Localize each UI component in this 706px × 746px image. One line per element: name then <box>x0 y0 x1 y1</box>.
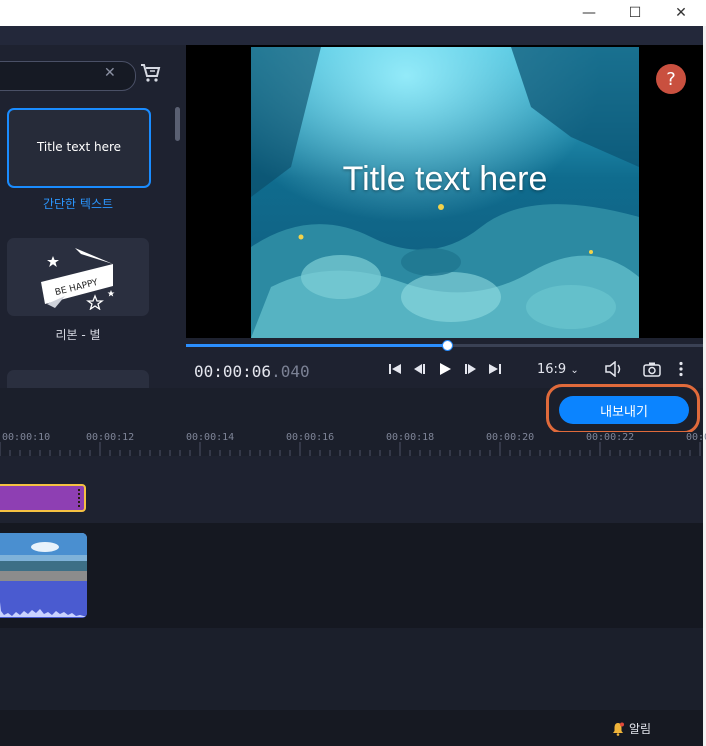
status-bar: 알림 <box>0 710 703 746</box>
video-track <box>0 523 703 628</box>
clip-trim-handle[interactable] <box>78 489 82 507</box>
ruler-tick-label: 00:00:16 <box>286 432 335 443</box>
ruler-ticks <box>0 442 701 456</box>
ruler-tick-label: 00:00:10 <box>2 432 51 443</box>
title-tile-next[interactable] <box>7 370 149 388</box>
ruler-tick-label: 00:00:18 <box>386 432 435 443</box>
aspect-ratio-select[interactable]: 16:9 ⌄ <box>537 362 579 377</box>
close-button[interactable]: ✕ <box>658 0 704 26</box>
empty-track <box>0 628 703 710</box>
ruler-tick-label: 00:00:20 <box>486 432 535 443</box>
skip-start-icon[interactable] <box>387 361 403 377</box>
next-frame-icon[interactable] <box>463 361 479 377</box>
window-titlebar: — ☐ ✕ <box>0 0 706 26</box>
tile-label-ribbon-star[interactable]: 리본 - 별 <box>0 326 156 343</box>
timeline-ruler[interactable]: 00:00:10 00:00:12 00:00:14 00:00:16 00:0… <box>0 432 706 456</box>
title-tile-ribbon-star[interactable]: BE HAPPY <box>7 238 149 316</box>
video-title-overlay[interactable]: Title text here <box>251 160 639 199</box>
preview-player: Title text here ? 00:00:06.040 16:9 ⌄ <box>186 45 703 388</box>
aspect-ratio-value: 16:9 <box>537 362 567 377</box>
notifications-label: 알림 <box>629 722 652 736</box>
title-track <box>0 456 703 523</box>
export-button[interactable]: 내보내기 <box>559 396 689 424</box>
ruler-tick-label: 00:0 <box>686 432 706 443</box>
notifications-button[interactable]: 알림 <box>612 720 651 737</box>
chevron-down-icon: ⌄ <box>570 365 579 376</box>
ruler-tick-label: 00:00:12 <box>86 432 135 443</box>
video-clip-thumbnail <box>0 533 87 618</box>
panel-scrollbar[interactable] <box>175 107 180 141</box>
progress-handle[interactable] <box>442 340 454 351</box>
ruler-tick-label: 00:00:14 <box>186 432 235 443</box>
progress-fill <box>186 344 448 347</box>
play-icon[interactable] <box>437 361 453 377</box>
prev-frame-icon[interactable] <box>411 361 427 377</box>
maximize-button[interactable]: ☐ <box>612 0 658 26</box>
bell-icon <box>613 722 624 736</box>
timecode-ms: .040 <box>271 362 310 381</box>
video-clip[interactable] <box>0 533 87 618</box>
timecode-main: 00:00:06 <box>194 362 272 381</box>
search-clear-icon[interactable]: ✕ <box>104 65 116 81</box>
ribbon-star-preview: BE HAPPY <box>41 248 115 310</box>
title-tile-simple-text[interactable]: Title text here <box>7 108 151 188</box>
help-button[interactable]: ? <box>656 64 686 94</box>
menu-bar <box>0 26 703 45</box>
skip-end-icon[interactable] <box>487 361 503 377</box>
tile-preview-text: Title text here <box>36 140 122 154</box>
titles-panel: ✕ Title text here 간단한 텍스트 BE HAPPY 리본 - … <box>0 45 186 388</box>
camera-icon[interactable] <box>643 361 661 377</box>
more-icon[interactable] <box>675 361 687 377</box>
ruler-tick-label: 00:00:22 <box>586 432 635 443</box>
player-controls: 00:00:06.040 16:9 ⌄ <box>186 338 703 388</box>
cart-icon[interactable] <box>140 63 162 83</box>
minimize-button[interactable]: — <box>566 0 612 26</box>
tile-label-simple-text[interactable]: 간단한 텍스트 <box>0 195 156 212</box>
video-preview[interactable]: Title text here <box>251 47 639 338</box>
title-clip[interactable] <box>0 484 86 512</box>
volume-icon[interactable] <box>604 361 624 377</box>
timecode-display: 00:00:06.040 <box>194 362 310 381</box>
